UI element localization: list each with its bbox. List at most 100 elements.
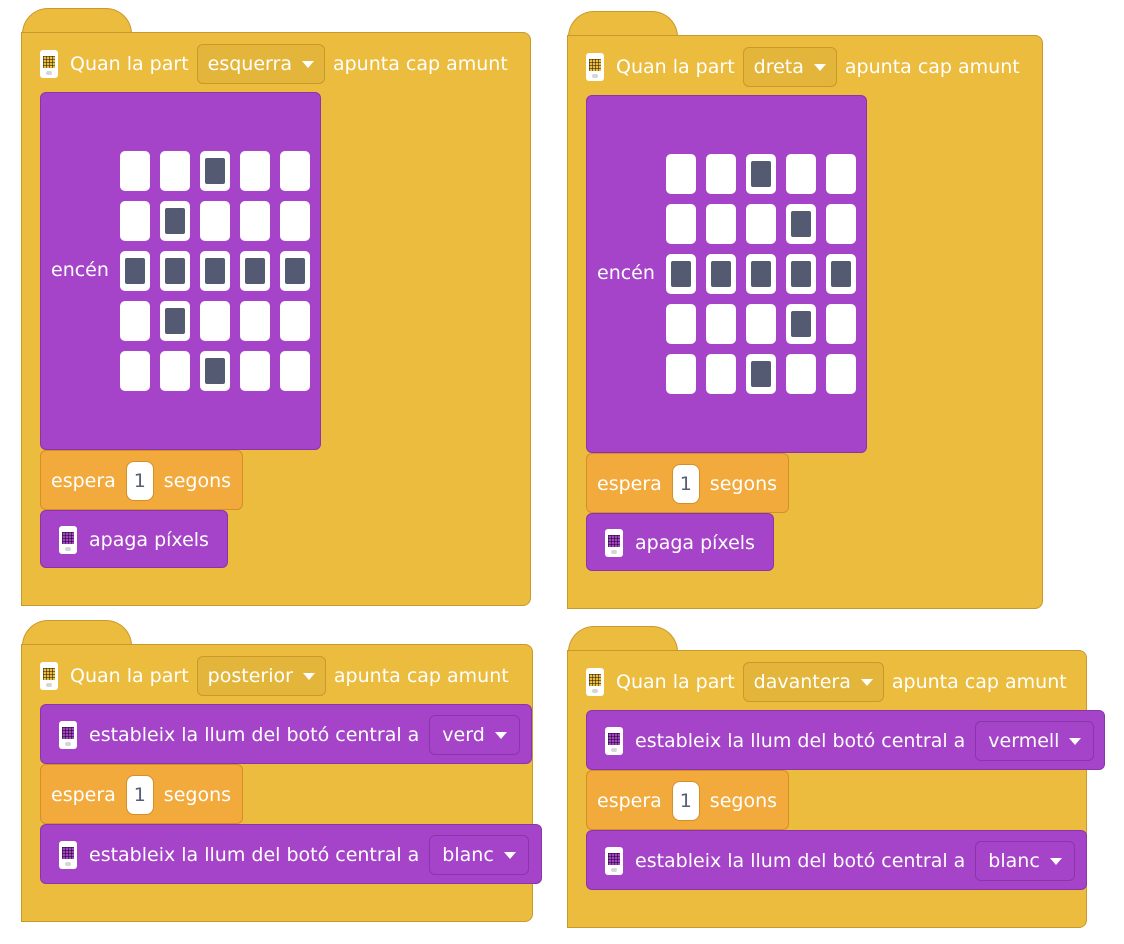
points-up-label: apunta cap amunt [844,56,1020,78]
pixel-3-1[interactable] [706,304,736,344]
color-dropdown[interactable]: blanc [429,835,529,875]
pixel-3-4[interactable] [826,304,856,344]
pixel-1-0[interactable] [666,204,696,244]
pixel-2-0[interactable] [666,254,696,294]
pixel-3-2[interactable] [200,301,230,341]
pixel-4-0[interactable] [666,354,696,394]
pixel-3-1[interactable] [160,301,190,341]
pixel-3-0[interactable] [666,304,696,344]
pixel-4-3[interactable] [786,354,816,394]
pixel-0-4[interactable] [826,154,856,194]
pixel-matrix[interactable] [120,151,310,391]
clear-pixels-label: apaga píxels [89,529,209,551]
seconds-label: segons [709,473,778,495]
light-on-block[interactable]: encén [40,92,321,450]
set-center-light-block[interactable]: estableix la llum del botó central a bla… [40,824,542,884]
pixel-4-1[interactable] [706,354,736,394]
pixel-0-3[interactable] [786,154,816,194]
pixel-1-1[interactable] [706,204,736,244]
pixel-3-3[interactable] [240,301,270,341]
wait-block[interactable]: espera 1 segons [586,770,789,830]
pixel-1-0[interactable] [120,201,150,241]
set-center-light-label: estableix la llum del botó central a [635,850,966,872]
pixel-3-4[interactable] [280,301,310,341]
pixel-0-0[interactable] [120,151,150,191]
set-center-light-label: estableix la llum del botó central a [89,724,420,746]
pixel-0-2[interactable] [746,154,776,194]
pixel-1-4[interactable] [280,201,310,241]
light-on-block[interactable]: encén [586,95,867,453]
pixel-1-4[interactable] [826,204,856,244]
caret-down-icon [494,731,507,739]
pixel-4-3[interactable] [240,351,270,391]
part-dropdown[interactable]: esquerra [196,44,325,84]
wait-label: espera [597,473,662,495]
pixel-4-1[interactable] [160,351,190,391]
pixel-1-2[interactable] [746,204,776,244]
pixel-4-4[interactable] [826,354,856,394]
caret-down-icon [301,60,314,68]
color-dropdown[interactable]: vermell [975,721,1095,761]
pixel-2-2[interactable] [746,254,776,294]
set-center-light-block[interactable]: estableix la llum del botó central a ver… [40,704,532,764]
color-dropdown[interactable]: blanc [975,841,1075,881]
pixel-4-4[interactable] [280,351,310,391]
when-label: Quan la part [70,53,189,75]
pixel-3-3[interactable] [786,304,816,344]
pixel-3-2[interactable] [746,304,776,344]
wait-label: espera [51,784,116,806]
hat-bump [22,8,132,34]
when-label: Quan la part [616,671,735,693]
wait-block[interactable]: espera 1 segons [586,453,789,513]
caret-down-icon [813,63,826,71]
set-center-light-block[interactable]: estableix la llum del botó central a ver… [586,710,1105,770]
pixel-1-3[interactable] [786,204,816,244]
pixel-0-3[interactable] [240,151,270,191]
device-icon [586,53,604,81]
clear-pixels-block[interactable]: apaga píxels [586,513,774,571]
hat-bump [22,620,132,646]
pixel-matrix[interactable] [666,154,856,394]
pixel-2-1[interactable] [706,254,736,294]
pixel-0-1[interactable] [706,154,736,194]
device-icon [40,50,58,78]
pixel-2-2[interactable] [200,251,230,291]
device-icon [40,662,58,690]
wait-seconds-input[interactable]: 1 [671,464,700,504]
wait-block[interactable]: espera 1 segons [40,450,243,510]
pixel-1-1[interactable] [160,201,190,241]
part-dropdown[interactable]: dreta [742,47,837,87]
wait-seconds-input[interactable]: 1 [125,461,154,501]
pixel-2-3[interactable] [786,254,816,294]
pixel-0-1[interactable] [160,151,190,191]
pixel-2-3[interactable] [240,251,270,291]
pixel-2-4[interactable] [826,254,856,294]
part-dropdown[interactable]: davantera [742,662,884,702]
wait-seconds-input[interactable]: 1 [671,781,700,821]
part-dropdown[interactable]: posterior [196,656,326,696]
color-dropdown[interactable]: verd [429,715,520,755]
wait-seconds-input[interactable]: 1 [125,775,154,815]
wait-block[interactable]: espera 1 segons [40,764,243,824]
pixel-4-2[interactable] [746,354,776,394]
pixel-2-4[interactable] [280,251,310,291]
device-icon [605,727,623,755]
pixel-4-0[interactable] [120,351,150,391]
pixel-2-0[interactable] [120,251,150,291]
clear-pixels-label: apaga píxels [635,532,755,554]
pixel-0-0[interactable] [666,154,696,194]
light-on-label: encén [597,262,655,284]
set-center-light-label: estableix la llum del botó central a [89,844,420,866]
set-center-light-block[interactable]: estableix la llum del botó central a bla… [586,830,1087,890]
pixel-1-3[interactable] [240,201,270,241]
pixel-0-2[interactable] [200,151,230,191]
pixel-0-4[interactable] [280,151,310,191]
pixel-3-0[interactable] [120,301,150,341]
clear-pixels-block[interactable]: apaga píxels [40,510,228,568]
caret-down-icon [503,851,516,859]
points-up-label: apunta cap amunt [891,671,1067,693]
pixel-2-1[interactable] [160,251,190,291]
pixel-1-2[interactable] [200,201,230,241]
when-label: Quan la part [616,56,735,78]
pixel-4-2[interactable] [200,351,230,391]
